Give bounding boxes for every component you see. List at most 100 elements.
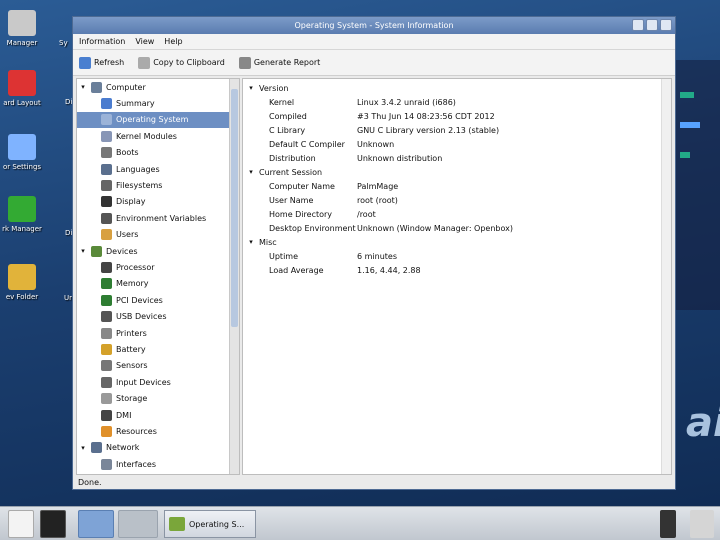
tree-item[interactable]: Operating System bbox=[77, 111, 239, 129]
keyboard-layout-icon bbox=[8, 70, 36, 96]
expander-icon[interactable]: ▾ bbox=[247, 84, 255, 92]
tree-item[interactable]: Input Devices bbox=[77, 374, 239, 390]
terminal-launcher[interactable] bbox=[40, 510, 66, 538]
tree-item-label: Devices bbox=[106, 246, 138, 256]
tree-scrollbar[interactable] bbox=[229, 79, 239, 474]
tree-item[interactable]: ▾ Devices bbox=[77, 243, 239, 259]
desktop-icon-label: ev Folder bbox=[5, 293, 39, 301]
tree-item[interactable]: Boots bbox=[77, 145, 239, 161]
tree-item[interactable]: Battery bbox=[77, 341, 239, 357]
detail-key: Compiled bbox=[269, 111, 307, 121]
tree-item-label: DMI bbox=[116, 410, 132, 420]
pci-devices-icon bbox=[101, 294, 112, 306]
tree-item-label: Memory bbox=[116, 279, 149, 289]
tree-item[interactable]: Storage bbox=[77, 390, 239, 406]
tree-item-label: Network bbox=[106, 443, 140, 453]
printer-icon bbox=[101, 327, 112, 339]
network-tray-icon[interactable] bbox=[660, 510, 676, 538]
detail-value: #3 Thu Jun 14 08:23:56 CDT 2012 bbox=[357, 111, 495, 121]
memory-icon bbox=[101, 278, 112, 290]
tree-item[interactable]: Interfaces bbox=[77, 456, 239, 472]
section-title: Current Session bbox=[259, 167, 323, 177]
tree-item[interactable]: Summary bbox=[77, 95, 239, 111]
filesystems-icon bbox=[101, 180, 112, 192]
desktop-icon[interactable]: Manager bbox=[0, 10, 44, 47]
kernel-modules-icon bbox=[101, 130, 112, 142]
section-header[interactable]: ▾ Misc bbox=[243, 235, 671, 249]
tree-item[interactable]: Users bbox=[77, 227, 239, 243]
workspace-1[interactable] bbox=[78, 510, 114, 538]
clipboard-icon bbox=[138, 56, 151, 69]
expander-icon[interactable]: ▾ bbox=[79, 247, 87, 255]
menu-bar: Information View Help bbox=[73, 34, 675, 50]
detail-key: Default C Compiler bbox=[269, 139, 345, 149]
workspace-2[interactable] bbox=[118, 510, 158, 538]
expander-icon[interactable]: ▾ bbox=[247, 168, 255, 176]
generate-report-button[interactable]: Generate Report bbox=[238, 56, 320, 69]
menu-view[interactable]: View bbox=[135, 37, 154, 46]
expander-icon[interactable]: ▾ bbox=[79, 83, 87, 91]
detail-key: C Library bbox=[269, 125, 306, 135]
expander-icon[interactable]: ▾ bbox=[79, 444, 87, 452]
copy-clipboard-button[interactable]: Copy to Clipboard bbox=[138, 56, 225, 69]
details-panel: ▾ Version Kernel Linux 3.4.2 unraid (i686) C… bbox=[242, 78, 672, 475]
battery-icon bbox=[101, 343, 112, 355]
detail-row: Load Average 1.16, 4.44, 2.88 bbox=[243, 263, 671, 277]
storage-icon bbox=[101, 393, 112, 405]
summary-icon bbox=[101, 98, 112, 110]
tree-item[interactable]: ▾ Computer bbox=[77, 79, 239, 95]
tree-item[interactable]: Environment Variables bbox=[77, 210, 239, 226]
tree-item[interactable]: Languages bbox=[77, 161, 239, 177]
category-tree[interactable]: ▾ Computer Summary Operating System Kernel M… bbox=[76, 78, 240, 475]
desktop-icon[interactable]: ev Folder bbox=[0, 264, 44, 301]
detail-key: User Name bbox=[269, 195, 314, 205]
toolbar: Refresh Copy to Clipboard Generate Repor… bbox=[73, 50, 675, 76]
desktop-icon[interactable]: ard Layout bbox=[0, 70, 44, 107]
detail-value: Unknown distribution bbox=[357, 153, 443, 163]
menu-information[interactable]: Information bbox=[79, 37, 125, 46]
detail-value: GNU C Library version 2.13 (stable) bbox=[357, 125, 500, 135]
status-text: Done. bbox=[78, 477, 102, 487]
desktop-icon[interactable]: or Settings bbox=[0, 134, 44, 171]
detail-value: 6 minutes bbox=[357, 251, 398, 261]
minimize-button[interactable] bbox=[632, 19, 644, 31]
tree-item[interactable]: Sensors bbox=[77, 358, 239, 374]
taskbar: Operating S... bbox=[0, 506, 720, 540]
detail-key: Computer Name bbox=[269, 181, 335, 191]
network-icon bbox=[91, 442, 102, 454]
tree-item-label: Battery bbox=[116, 344, 146, 354]
window-titlebar[interactable]: Operating System - System Information bbox=[73, 17, 675, 34]
tree-item[interactable]: Display bbox=[77, 194, 239, 210]
volume-tray-icon[interactable] bbox=[690, 510, 714, 538]
tree-item[interactable]: Resources bbox=[77, 423, 239, 439]
tree-item[interactable]: USB Devices bbox=[77, 308, 239, 324]
taskbar-task-system-info[interactable]: Operating S... bbox=[164, 510, 256, 538]
section-title: Version bbox=[259, 83, 289, 93]
close-button[interactable] bbox=[660, 19, 672, 31]
detail-row: Default C Compiler Unknown bbox=[243, 137, 671, 151]
tree-item-label: Resources bbox=[116, 426, 157, 436]
menu-help[interactable]: Help bbox=[164, 37, 182, 46]
tree-item[interactable]: Processor bbox=[77, 259, 239, 275]
tree-item[interactable]: Memory bbox=[77, 276, 239, 292]
section-header[interactable]: ▾ Current Session bbox=[243, 165, 671, 179]
section-header[interactable]: ▾ Version bbox=[243, 81, 671, 95]
detail-key: Load Average bbox=[269, 265, 324, 275]
desktop-label: Sy bbox=[59, 39, 68, 47]
report-icon bbox=[238, 56, 251, 69]
refresh-button[interactable]: Refresh bbox=[79, 56, 124, 69]
show-desktop-button[interactable] bbox=[8, 510, 34, 538]
desktop-icon-label: or Settings bbox=[2, 163, 42, 171]
desktop-icon[interactable]: rk Manager bbox=[0, 196, 44, 233]
tree-item[interactable]: Kernel Modules bbox=[77, 128, 239, 144]
expander-icon[interactable]: ▾ bbox=[247, 238, 255, 246]
tree-item[interactable]: DMI bbox=[77, 407, 239, 423]
details-scrollbar[interactable] bbox=[661, 79, 671, 474]
tree-item[interactable]: ▾ Network bbox=[77, 440, 239, 456]
tree-item[interactable]: Printers bbox=[77, 325, 239, 341]
tree-scrollbar-thumb[interactable] bbox=[231, 89, 238, 327]
tree-item-label: Boots bbox=[116, 148, 139, 158]
tree-item[interactable]: Filesystems bbox=[77, 177, 239, 193]
maximize-button[interactable] bbox=[646, 19, 658, 31]
tree-item[interactable]: PCI Devices bbox=[77, 292, 239, 308]
